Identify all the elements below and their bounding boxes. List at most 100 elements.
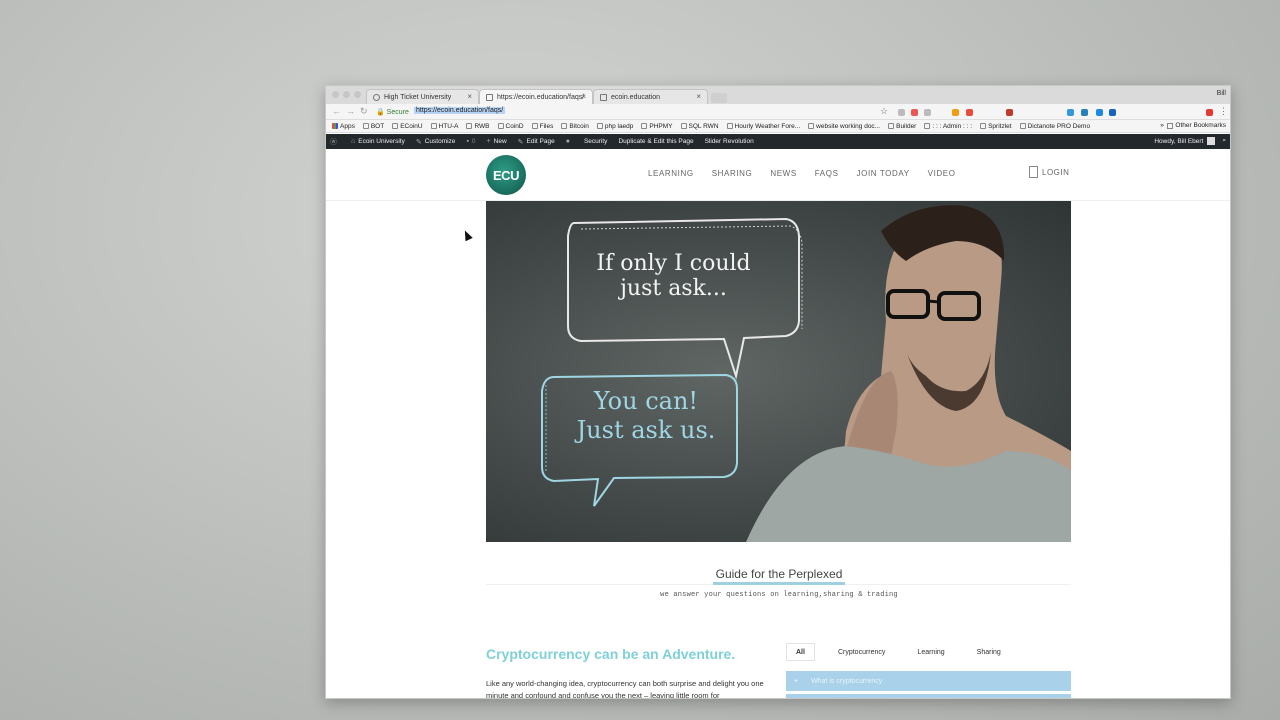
admin-customize[interactable]: ✎ Customize: [416, 138, 456, 146]
back-arrow-icon[interactable]: ←: [332, 106, 341, 116]
extension-icon[interactable]: [1081, 109, 1088, 116]
bookmark-label: SQL RWN: [688, 122, 719, 130]
admin-duplicate[interactable]: Duplicate & Edit this Page: [618, 138, 693, 145]
plus-icon: +: [486, 138, 491, 145]
reload-icon[interactable]: ↻: [360, 106, 368, 117]
faq-intro: Like any world-changing idea, cryptocurr…: [486, 679, 764, 699]
bookmark-label: php laedp: [604, 122, 634, 130]
profile-chip[interactable]: Bill: [1217, 90, 1226, 97]
bookmark-label: : : : Admin : : :: [932, 122, 973, 130]
search-icon[interactable]: ⌕: [1222, 137, 1226, 145]
bookmark-item[interactable]: : : : Admin : : :: [924, 123, 972, 130]
nav-join-today[interactable]: JOIN TODAY: [857, 169, 910, 178]
admin-edit-page[interactable]: ✎ Edit Page: [518, 138, 555, 146]
apps-grid-icon: [332, 123, 338, 129]
bookmark-item[interactable]: website working doc...: [808, 123, 880, 130]
admin-item-label: New: [493, 138, 507, 145]
bookmark-label: Dictanote PRO Demo: [1027, 122, 1091, 130]
weather-icon: [726, 123, 733, 129]
address-bar: ← → ↻ 🔒 Secure https://ecoin.education/f…: [326, 104, 1230, 120]
comment-count: 0: [471, 138, 476, 145]
tab-ecoin-education[interactable]: ecoin.education ×: [593, 89, 708, 104]
bookmark-item[interactable]: HTU-A: [430, 123, 458, 130]
nav-sharing[interactable]: SHARING: [712, 169, 753, 178]
login-door-icon: [1029, 166, 1038, 178]
bookmark-label: website working doc...: [816, 122, 881, 130]
bookmark-item[interactable]: Bitcoin: [561, 123, 589, 130]
bookmark-item[interactable]: BOT: [362, 123, 384, 130]
new-tab-button[interactable]: [711, 93, 727, 103]
close-tab-icon[interactable]: ×: [696, 92, 701, 101]
bookmark-item[interactable]: Dictanote PRO Demo: [1019, 122, 1091, 130]
extension-icon[interactable]: [1109, 109, 1116, 116]
extension-icon[interactable]: [911, 109, 918, 116]
home-icon: ⌂: [351, 138, 356, 145]
bookmark-item[interactable]: Hourly Weather Fore...: [726, 123, 800, 130]
nav-learning[interactable]: LEARNING: [648, 169, 694, 178]
bookmark-label: Apps: [340, 122, 355, 130]
maximize-window-icon[interactable]: [354, 91, 361, 98]
nav-video[interactable]: VIDEO: [928, 169, 956, 178]
url-input[interactable]: https://ecoin.education/faqs/: [414, 107, 506, 114]
bookmark-item[interactable]: Spritzlet: [980, 123, 1012, 130]
bookmark-item[interactable]: Builder: [888, 123, 916, 130]
minimize-window-icon[interactable]: [343, 91, 350, 98]
ecu-logo[interactable]: ECU: [486, 155, 526, 195]
other-bookmarks-label: Other Bookmarks: [1175, 122, 1226, 129]
forward-arrow-icon[interactable]: →: [346, 106, 355, 116]
extension-icon[interactable]: [952, 109, 959, 116]
bookmark-item[interactable]: Files: [531, 122, 554, 130]
admin-status-dot[interactable]: ●: [566, 138, 573, 145]
admin-comments[interactable]: ▪ 0: [466, 138, 475, 145]
bookmark-item[interactable]: php laedp: [596, 122, 634, 130]
admin-slider-revolution[interactable]: Slider Revolution: [705, 138, 754, 145]
close-tab-icon[interactable]: ×: [467, 92, 472, 101]
bubble-line: If only I could: [596, 251, 751, 276]
bubble-line: just ask...: [620, 276, 727, 301]
other-bookmarks[interactable]: » Other Bookmarks: [1160, 122, 1226, 129]
admin-site-name[interactable]: ⌂ Ecoin University: [351, 138, 405, 145]
extension-icon[interactable]: [898, 109, 905, 116]
login-link[interactable]: LOGIN: [1029, 166, 1069, 178]
bookmark-item[interactable]: ECoinU: [392, 123, 423, 130]
secure-text: Secure: [386, 109, 409, 116]
faq-accordion-item[interactable]: [786, 694, 1071, 698]
extension-icon[interactable]: [1006, 109, 1013, 116]
tab-learning[interactable]: Learning: [908, 643, 953, 661]
php-icon: [596, 123, 603, 129]
bookmark-label: Files: [539, 122, 554, 130]
admin-new[interactable]: + New: [487, 138, 507, 145]
bookmark-label: PHPMY: [649, 122, 673, 130]
extension-icon[interactable]: [966, 109, 973, 116]
extension-icon[interactable]: [924, 109, 931, 116]
admin-account[interactable]: Howdy, Bill Ebert ⌕: [1154, 137, 1226, 145]
tab-sharing[interactable]: Sharing: [968, 643, 1010, 661]
database-icon: [641, 123, 648, 129]
tab-cryptocurrency[interactable]: Cryptocurrency: [829, 643, 894, 661]
close-window-icon[interactable]: [332, 91, 339, 98]
tab-faqs[interactable]: https://ecoin.education/faqs/ ×: [479, 89, 593, 104]
bookmarks-bar: Apps BOT ECoinU HTU-A RWB CoinD Files Bi…: [326, 120, 1230, 133]
browser-window: High Ticket University × https://ecoin.e…: [325, 85, 1231, 699]
bookmark-item[interactable]: Apps: [332, 123, 355, 130]
nav-news[interactable]: NEWS: [770, 169, 796, 178]
tab-all[interactable]: All: [786, 643, 815, 661]
extension-icon[interactable]: [1206, 109, 1213, 116]
bookmark-item[interactable]: SQL RWN: [680, 122, 719, 130]
nav-faqs[interactable]: FAQS: [815, 169, 839, 178]
tab-high-ticket-university[interactable]: High Ticket University ×: [366, 89, 479, 104]
wordpress-logo[interactable]: ⓦ: [330, 137, 340, 147]
bookmark-item[interactable]: PHPMY: [641, 122, 673, 130]
bookmark-item[interactable]: CoinD: [497, 123, 524, 130]
logo-text: ECU: [493, 167, 519, 183]
extension-icon[interactable]: [1067, 109, 1074, 116]
howdy-label: Howdy, Bill Ebert: [1154, 137, 1204, 145]
bookmark-item[interactable]: RWB: [466, 123, 490, 130]
tab-label: High Ticket University: [384, 93, 452, 101]
extension-icon[interactable]: [1096, 109, 1103, 116]
close-tab-icon[interactable]: ×: [581, 92, 586, 101]
menu-dots-icon[interactable]: ⋮: [1219, 106, 1228, 117]
bookmark-star-icon[interactable]: ☆: [880, 106, 888, 117]
faq-accordion-item[interactable]: + What is cryptocurrency: [786, 671, 1071, 691]
admin-security[interactable]: Security: [584, 138, 607, 145]
